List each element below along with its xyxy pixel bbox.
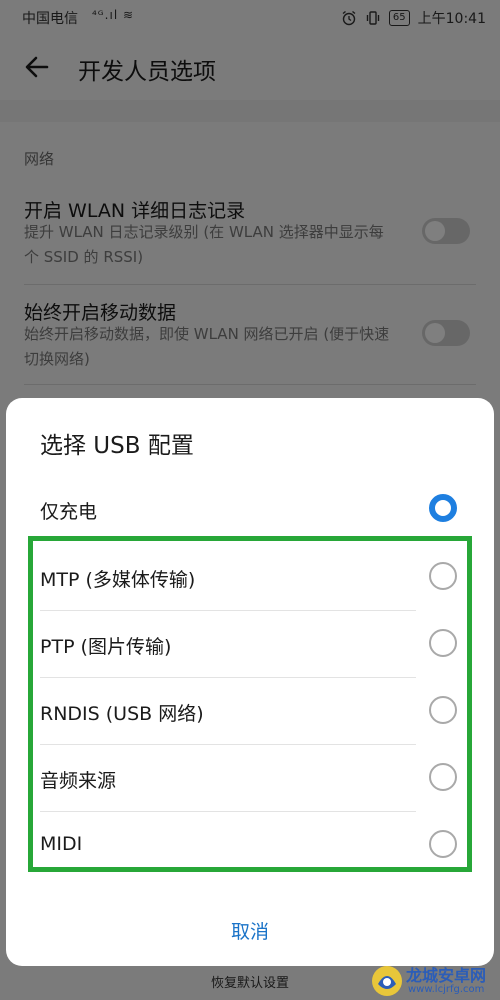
usb-config-dialog: 选择 USB 配置 仅充电 MTP (多媒体传输) PTP (图片传输) RND… xyxy=(6,398,494,966)
cancel-button[interactable]: 取消 xyxy=(190,914,310,950)
dialog-title: 选择 USB 配置 xyxy=(40,433,194,459)
watermark-title: 龙城安卓网 xyxy=(406,966,487,985)
watermark-logo: 龙城安卓网 www.lcjrfg.com xyxy=(370,962,500,1000)
annotation-highlight-box xyxy=(28,536,472,872)
watermark-url: www.lcjrfg.com xyxy=(408,984,485,995)
option-label: 仅充电 xyxy=(40,501,98,523)
watermark-logo-icon xyxy=(372,966,402,996)
radio-checked-icon[interactable] xyxy=(429,494,457,522)
option-charge-only[interactable]: 仅充电 xyxy=(6,476,494,542)
